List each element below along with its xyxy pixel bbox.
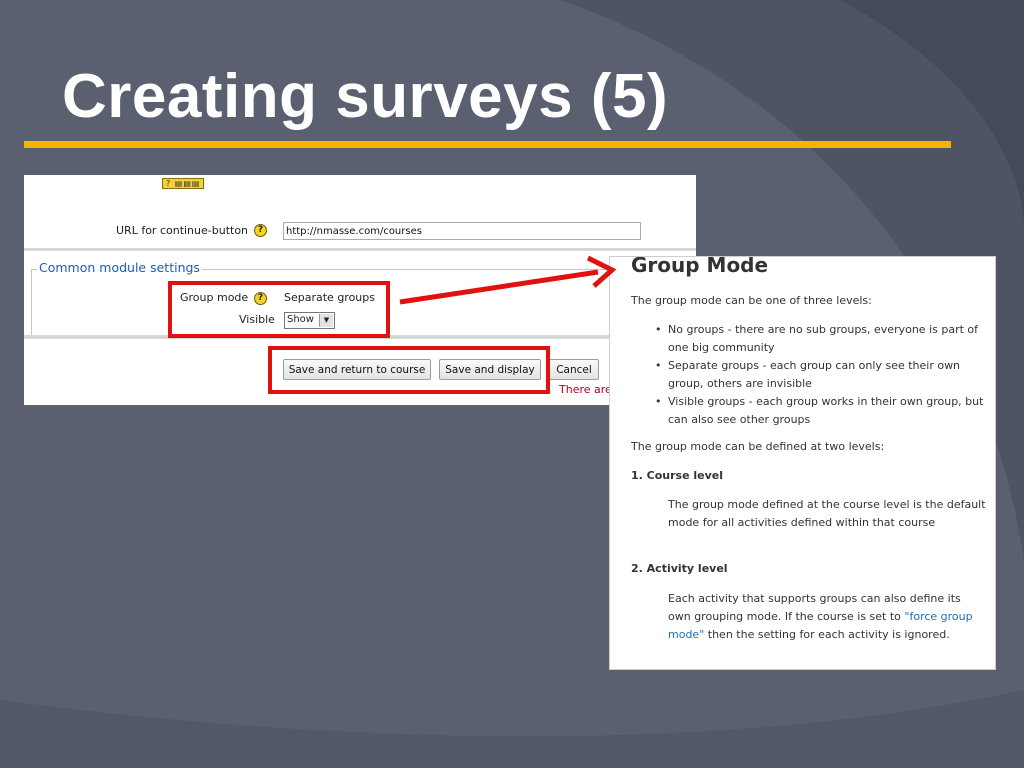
slide-title: Creating surveys (5) — [62, 62, 669, 131]
course-level-text: The group mode defined at the course lev… — [668, 498, 986, 529]
help-icon[interactable]: ? — [254, 224, 267, 237]
list-item: Visible groups - each group works in the… — [631, 393, 993, 429]
help-intro: The group mode can be one of three level… — [631, 294, 872, 307]
section-divider — [24, 248, 696, 251]
activity-level-text: Each activity that supports groups can a… — [668, 590, 986, 644]
help-title: Group Mode — [631, 256, 769, 277]
save-buttons-highlight — [268, 346, 550, 394]
title-underline — [24, 141, 951, 148]
url-label: URL for continue-button — [116, 224, 249, 237]
activity-level-heading: 2. Activity level — [631, 562, 728, 575]
group-levels-list: No groups - there are no sub groups, eve… — [631, 321, 993, 429]
activity-text-after: then the setting for each activity is ig… — [704, 628, 950, 641]
required-note: There are — [559, 383, 612, 396]
group-mode-highlight — [168, 281, 390, 338]
list-item: No groups - there are no sub groups, eve… — [631, 321, 993, 357]
cancel-button[interactable]: Cancel — [549, 359, 599, 380]
keyboard-help-icon[interactable]: ? ▤▤▤ — [162, 178, 204, 189]
group-mode-help-panel: Group Mode The group mode can be one of … — [609, 256, 996, 670]
help-defined-intro: The group mode can be defined at two lev… — [631, 440, 885, 453]
list-item: Separate groups - each group can only se… — [631, 357, 993, 393]
course-level-heading: 1. Course level — [631, 469, 724, 482]
url-input[interactable] — [283, 222, 641, 240]
section-legend[interactable]: Common module settings — [37, 260, 202, 275]
